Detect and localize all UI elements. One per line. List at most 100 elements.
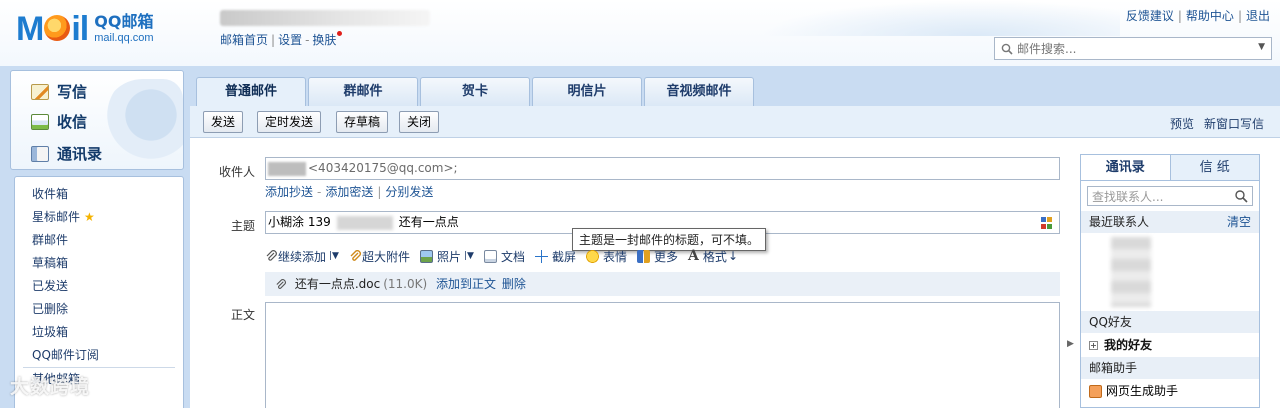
body-label: 正文 xyxy=(231,308,256,322)
mail-search-input[interactable] xyxy=(1017,41,1247,56)
nav-skin[interactable]: 换肤 xyxy=(312,33,336,47)
inbox-label: 收信 xyxy=(57,113,88,131)
screenshot-label: 截屏 xyxy=(552,249,577,264)
link-help[interactable]: 帮助中心 xyxy=(1186,9,1234,23)
compose-tabs: 普通邮件 群邮件 贺卡 明信片 音视频邮件 xyxy=(190,66,1280,106)
folder-inbox[interactable]: 收件箱 xyxy=(15,183,183,206)
write-icon xyxy=(31,83,49,100)
format-button[interactable]: A 格式 ↓ xyxy=(688,248,738,265)
paperclip-icon xyxy=(266,249,277,261)
logo-cn: QQ邮箱 xyxy=(94,11,154,31)
my-friends-group[interactable]: + 我的好友 xyxy=(1081,333,1259,357)
smiley-icon xyxy=(586,249,600,263)
contacts-panel: 通讯录 信 纸 查找联系人... 最近联系人 清空 QQ好友 + 我的好友 邮箱助… xyxy=(1080,154,1260,408)
contacts-panel-tabs: 通讯录 信 纸 xyxy=(1081,155,1259,181)
star-icon: ★ xyxy=(84,210,95,224)
contacts-button[interactable]: 通讯录 xyxy=(31,143,102,164)
more-label: 更多 xyxy=(654,249,679,264)
photo-button[interactable]: 照片 |▼ xyxy=(420,248,474,265)
mail-assistant-label: 邮箱助手 xyxy=(1089,361,1138,375)
subject-style-icon[interactable] xyxy=(1041,217,1053,229)
tab-greeting-card[interactable]: 贺卡 xyxy=(420,77,530,106)
tab-group-mail[interactable]: 群邮件 xyxy=(308,77,418,106)
subject-prefix: 小糊涂 139 xyxy=(268,215,331,229)
tab-normal-mail[interactable]: 普通邮件 xyxy=(196,77,306,106)
tab-postcard[interactable]: 明信片 xyxy=(532,77,642,106)
search-dropdown-icon[interactable]: ▼ xyxy=(1258,42,1265,52)
large-paperclip-icon xyxy=(350,249,361,261)
collapse-panel-icon[interactable]: ▶ xyxy=(1067,339,1074,349)
mail-search[interactable]: ▼ xyxy=(994,37,1272,60)
contact-search-icon[interactable] xyxy=(1234,189,1248,203)
top-nav: 邮箱首页 | 设置 - 换肤 xyxy=(220,31,343,48)
emoji-label: 表情 xyxy=(603,249,628,264)
folder-starred-label: 星标邮件 xyxy=(32,210,81,224)
inbox-button[interactable]: 收信 xyxy=(31,111,87,132)
tab-av-mail[interactable]: 音视频邮件 xyxy=(644,77,754,106)
qq-friends-header: QQ好友 xyxy=(1081,311,1259,333)
separate-send-link[interactable]: 分别发送 xyxy=(385,185,433,199)
clear-recent-link[interactable]: 清空 xyxy=(1227,211,1251,233)
toolbar-links: 预览 新窗口写信 xyxy=(1170,115,1264,132)
continue-attach-button[interactable]: 继续添加 |▼ xyxy=(265,248,339,265)
document-button[interactable]: 文档 xyxy=(483,248,525,265)
tab-stationery[interactable]: 信 纸 xyxy=(1169,155,1259,181)
link-feedback[interactable]: 反馈建议 xyxy=(1126,9,1174,23)
continue-attach-dropdown-icon[interactable]: |▼ xyxy=(329,251,339,261)
send-button[interactable]: 发送 xyxy=(203,111,244,133)
logo-text: QQ邮箱 mail.qq.com xyxy=(94,11,154,46)
format-label: 格式 xyxy=(702,249,727,264)
add-bcc-link[interactable]: 添加密送 xyxy=(325,185,373,199)
recent-contacts-label: 最近联系人 xyxy=(1089,215,1150,229)
folder-deleted[interactable]: 已删除 xyxy=(15,298,183,321)
recent-contacts-blurred xyxy=(1111,237,1151,307)
recipient-name-blurred xyxy=(268,161,306,176)
new-window-link[interactable]: 新窗口写信 xyxy=(1204,117,1264,131)
qqmail-logo[interactable]: Mil QQ邮箱 mail.qq.com xyxy=(16,10,154,49)
emoji-button[interactable]: 表情 xyxy=(586,248,627,265)
account-name-blurred xyxy=(220,10,430,26)
to-field[interactable]: <403420175@qq.com>; xyxy=(265,157,1060,180)
photo-dropdown-icon[interactable]: |▼ xyxy=(464,251,474,261)
save-draft-button[interactable]: 存草稿 xyxy=(336,111,389,133)
attachment-filename: 还有一点点.doc xyxy=(294,277,381,291)
tab-address-book[interactable]: 通讯录 xyxy=(1081,155,1170,181)
more-grid-icon xyxy=(637,249,651,263)
logo-url: mail.qq.com xyxy=(94,31,154,44)
delete-attachment-link[interactable]: 删除 xyxy=(502,277,526,291)
recipient-address: <403420175@qq.com>; xyxy=(308,161,458,175)
web-generator-item[interactable]: 网页生成助手 xyxy=(1081,379,1259,403)
folder-drafts[interactable]: 草稿箱 xyxy=(15,252,183,275)
nav-settings[interactable]: 设置 xyxy=(278,33,302,47)
attachment-clip-icon xyxy=(276,278,286,289)
folder-sent[interactable]: 已发送 xyxy=(15,275,183,298)
watermark: 大数跨境 xyxy=(10,376,91,398)
contacts-label: 通讯录 xyxy=(57,145,103,163)
large-attach-button[interactable]: 超大附件 xyxy=(349,248,410,265)
link-logout[interactable]: 退出 xyxy=(1246,9,1270,23)
timed-send-button[interactable]: 定时发送 xyxy=(257,111,322,133)
body-editor[interactable] xyxy=(265,302,1060,408)
folder-subscriptions[interactable]: QQ邮件订阅 xyxy=(15,344,183,367)
folder-starred[interactable]: 星标邮件 ★ xyxy=(15,206,183,229)
photo-label: 照片 xyxy=(437,249,462,264)
photo-icon xyxy=(420,249,433,263)
add-cc-link[interactable]: 添加抄送 xyxy=(265,185,313,199)
contact-search-placeholder: 查找联系人... xyxy=(1092,189,1164,204)
write-button[interactable]: 写信 xyxy=(31,81,87,102)
more-button[interactable]: 更多 xyxy=(637,248,678,265)
web-generator-label: 网页生成助手 xyxy=(1106,384,1179,398)
folder-group[interactable]: 群邮件 xyxy=(15,229,183,252)
nav-mail-home[interactable]: 邮箱首页 xyxy=(220,33,268,47)
addressbook-icon xyxy=(31,145,49,162)
penguin-decoration xyxy=(103,79,183,169)
expand-plus-icon[interactable]: + xyxy=(1089,341,1098,350)
contact-search[interactable]: 查找联系人... xyxy=(1087,186,1253,206)
add-to-body-link[interactable]: 添加到正文 xyxy=(436,277,496,291)
folder-spam[interactable]: 垃圾箱 xyxy=(15,321,183,344)
continue-attach-label: 继续添加 xyxy=(278,249,327,264)
preview-link[interactable]: 预览 xyxy=(1170,117,1194,131)
subject-label: 主题 xyxy=(231,219,256,233)
screenshot-button[interactable]: 截屏 xyxy=(535,248,576,265)
close-button[interactable]: 关闭 xyxy=(399,111,440,133)
